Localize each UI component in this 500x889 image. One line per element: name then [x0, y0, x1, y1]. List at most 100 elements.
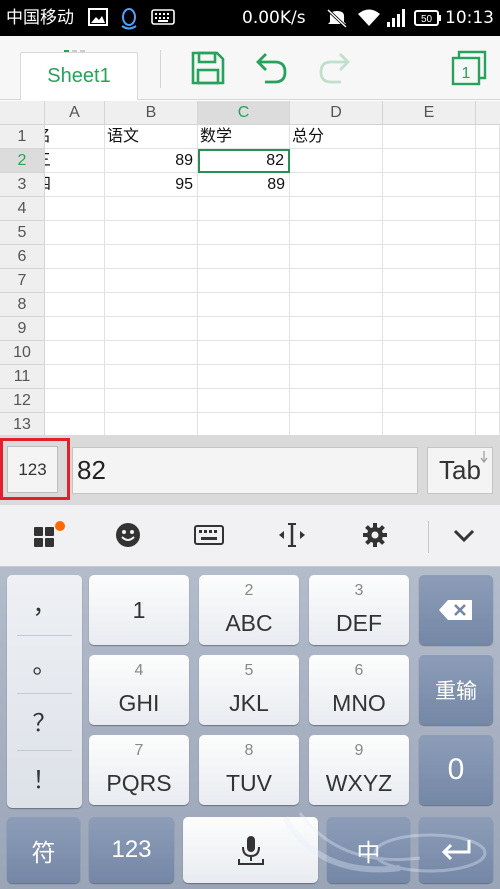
select-all-corner[interactable] — [0, 101, 45, 125]
row-header-7[interactable]: 7 — [0, 269, 45, 293]
row-header-10[interactable]: 10 — [0, 341, 45, 365]
key-4-ghi[interactable]: 4 GHI — [89, 655, 189, 725]
cell-d7[interactable] — [290, 269, 383, 293]
cell-f2[interactable] — [476, 149, 500, 173]
cell-f3[interactable] — [476, 173, 500, 197]
reenter-key[interactable]: 重输 — [419, 655, 493, 725]
backspace-key[interactable] — [419, 575, 493, 645]
comma-key[interactable]: ， — [7, 577, 82, 633]
cell-a5[interactable] — [45, 221, 105, 245]
cell-f6[interactable] — [476, 245, 500, 269]
language-switch-key[interactable]: 中 — [327, 817, 410, 883]
cell-d1[interactable]: 总分 — [290, 125, 383, 149]
cell-d6[interactable] — [290, 245, 383, 269]
spreadsheet-grid[interactable]: A B C D E 1 2 3 4 5 6 7 8 9 10 11 12 13 … — [0, 101, 500, 435]
cell-c1[interactable]: 数学 — [198, 125, 290, 149]
symbols-key[interactable]: 符 — [7, 817, 80, 883]
keyboard-icon[interactable] — [193, 521, 225, 553]
pages-icon[interactable]: 1 — [451, 50, 487, 90]
cell-b6[interactable] — [105, 245, 198, 269]
cell-f8[interactable] — [476, 293, 500, 317]
row-header-9[interactable]: 9 — [0, 317, 45, 341]
cell-b10[interactable] — [105, 341, 198, 365]
cell-b8[interactable] — [105, 293, 198, 317]
question-key[interactable]: ？ — [7, 695, 82, 751]
column-header-b[interactable]: B — [105, 101, 198, 125]
cell-e11[interactable] — [383, 365, 476, 389]
cell-a2[interactable]: 三 — [45, 149, 105, 173]
cell-c12[interactable] — [198, 389, 290, 413]
cell-d12[interactable] — [290, 389, 383, 413]
cell-e1[interactable] — [383, 125, 476, 149]
cell-d11[interactable] — [290, 365, 383, 389]
row-header-8[interactable]: 8 — [0, 293, 45, 317]
row-header-11[interactable]: 11 — [0, 365, 45, 389]
row-header-4[interactable]: 4 — [0, 197, 45, 221]
cell-f9[interactable] — [476, 317, 500, 341]
cell-b1[interactable]: 语文 — [105, 125, 198, 149]
row-header-3[interactable]: 3 — [0, 173, 45, 197]
settings-icon[interactable] — [361, 521, 389, 553]
grid-menu-icon[interactable] — [32, 521, 66, 555]
cell-f13[interactable] — [476, 413, 500, 435]
cell-c3[interactable]: 89 — [198, 173, 290, 197]
cell-f10[interactable] — [476, 341, 500, 365]
column-header-e[interactable]: E — [383, 101, 476, 125]
cell-f5[interactable] — [476, 221, 500, 245]
undo-icon[interactable] — [253, 50, 289, 90]
cell-c7[interactable] — [198, 269, 290, 293]
cell-c5[interactable] — [198, 221, 290, 245]
cell-c13[interactable] — [198, 413, 290, 435]
cell-b7[interactable] — [105, 269, 198, 293]
key-0[interactable]: 0 — [419, 735, 493, 805]
key-7-pqrs[interactable]: 7 PQRS — [89, 735, 189, 805]
row-header-2[interactable]: 2 — [0, 149, 45, 173]
cell-value-input[interactable]: 82 — [72, 447, 418, 494]
cell-a7[interactable] — [45, 269, 105, 293]
cell-c8[interactable] — [198, 293, 290, 317]
cell-c4[interactable] — [198, 197, 290, 221]
cell-b9[interactable] — [105, 317, 198, 341]
row-header-1[interactable]: 1 — [0, 125, 45, 149]
cell-a3[interactable]: 四 — [45, 173, 105, 197]
cell-b3[interactable]: 95 — [105, 173, 198, 197]
cell-a10[interactable] — [45, 341, 105, 365]
key-3-def[interactable]: 3 DEF — [309, 575, 409, 645]
cell-a4[interactable] — [45, 197, 105, 221]
exclamation-key[interactable]: ！ — [7, 752, 82, 808]
cell-c10[interactable] — [198, 341, 290, 365]
cell-f1[interactable] — [476, 125, 500, 149]
cell-b2[interactable]: 89 — [105, 149, 198, 173]
cell-e10[interactable] — [383, 341, 476, 365]
cell-d10[interactable] — [290, 341, 383, 365]
row-header-6[interactable]: 6 — [0, 245, 45, 269]
key-2-abc[interactable]: 2 ABC — [199, 575, 299, 645]
row-header-13[interactable]: 13 — [0, 413, 45, 435]
key-5-jkl[interactable]: 5 JKL — [199, 655, 299, 725]
number-keyboard-button[interactable]: 123 — [7, 446, 58, 493]
cell-d4[interactable] — [290, 197, 383, 221]
key-1[interactable]: 1 — [89, 575, 189, 645]
emoji-icon[interactable] — [114, 521, 142, 553]
cell-a12[interactable] — [45, 389, 105, 413]
cell-d8[interactable] — [290, 293, 383, 317]
cell-f7[interactable] — [476, 269, 500, 293]
cell-d5[interactable] — [290, 221, 383, 245]
cell-e13[interactable] — [383, 413, 476, 435]
tab-button[interactable]: Tab — [427, 447, 493, 494]
cell-d3[interactable] — [290, 173, 383, 197]
row-header-5[interactable]: 5 — [0, 221, 45, 245]
cell-e5[interactable] — [383, 221, 476, 245]
cell-f11[interactable] — [476, 365, 500, 389]
column-header-d[interactable]: D — [290, 101, 383, 125]
sheet-tab[interactable]: Sheet1 — [20, 52, 138, 100]
save-icon[interactable] — [190, 50, 226, 90]
cell-a1[interactable]: 名 — [45, 125, 105, 149]
period-key[interactable]: 。 — [7, 637, 82, 693]
cell-e4[interactable] — [383, 197, 476, 221]
cell-e2[interactable] — [383, 149, 476, 173]
cell-b4[interactable] — [105, 197, 198, 221]
cell-e9[interactable] — [383, 317, 476, 341]
key-8-tuv[interactable]: 8 TUV — [199, 735, 299, 805]
row-header-12[interactable]: 12 — [0, 389, 45, 413]
